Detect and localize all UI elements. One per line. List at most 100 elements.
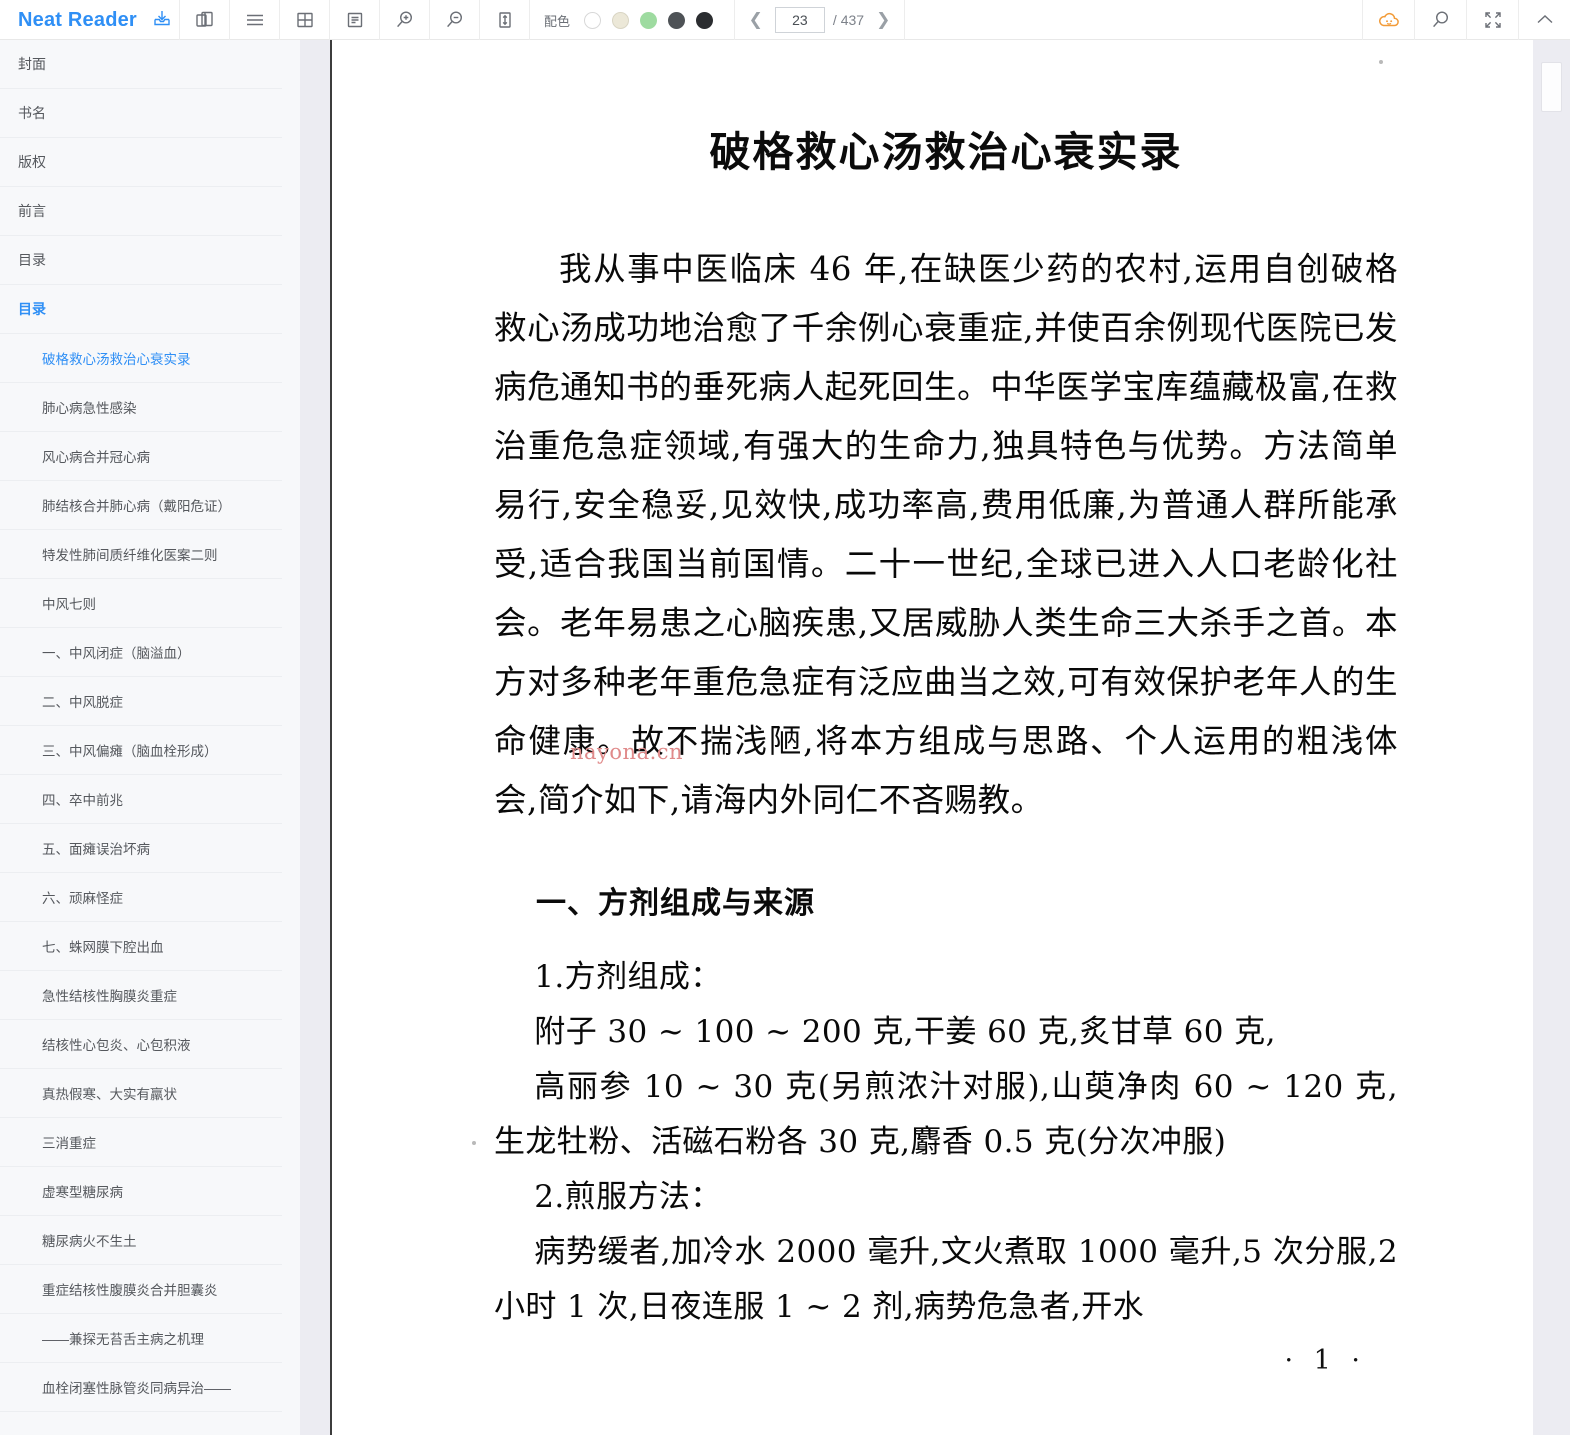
sidebar-item-17[interactable]: 六、顽麻怪症: [0, 873, 282, 922]
sidebar-item-8[interactable]: 风心病合并冠心病: [0, 432, 282, 481]
search-icon[interactable]: [1414, 0, 1466, 40]
sidebar-item-label: 三消重症: [42, 1136, 96, 1151]
sidebar-item-27[interactable]: 血栓闭塞性脉管炎同病异治——: [0, 1363, 282, 1412]
sidebar-item-26[interactable]: ——兼探无苔舌主病之机理: [0, 1314, 282, 1363]
sidebar-item-21[interactable]: 真热假寒、大实有羸状: [0, 1069, 282, 1118]
sidebar-item-label: 虚寒型糖尿病: [42, 1185, 123, 1200]
sidebar-item-12[interactable]: 一、中风闭症（脑溢血）: [0, 628, 282, 677]
sidebar-item-19[interactable]: 急性结核性胸膜炎重症: [0, 971, 282, 1020]
page-gutter-strip: [300, 40, 332, 1435]
app-logo[interactable]: Neat Reader: [0, 0, 180, 40]
sidebar-item-3[interactable]: 前言: [0, 187, 282, 236]
sidebar-item-label: 破格救心汤救治心衰实录: [42, 352, 191, 367]
sidebar-item-label: 真热假寒、大实有羸状: [42, 1087, 177, 1102]
page-number-input[interactable]: [774, 7, 825, 33]
page-scrollbar[interactable]: [1533, 40, 1570, 1435]
sidebar-item-label: 重症结核性腹膜炎合并胆囊炎: [42, 1283, 218, 1298]
sidebar-item-label: 版权: [18, 154, 46, 170]
sidebar-item-label: 风心病合并冠心病: [42, 450, 150, 465]
duplicate-pages-icon[interactable]: [180, 0, 230, 40]
sidebar-item-label: 糖尿病火不生土: [42, 1234, 137, 1249]
swatch-black[interactable]: [696, 11, 714, 29]
sidebar-item-label: 书名: [18, 105, 46, 121]
sidebar-item-label: 二、中风脱症: [42, 695, 123, 710]
sidebar-item-6[interactable]: 破格救心汤救治心衰实录: [0, 334, 282, 383]
sidebar-item-label: 肺心病急性感染: [42, 401, 137, 416]
subsection-1-line-2: 高丽参 10 ~ 30 克(另煎浓汁对服),山萸净肉 60 ~ 120 克,生龙…: [494, 1069, 1398, 1160]
fullscreen-icon[interactable]: [1466, 0, 1518, 40]
text-layout-icon[interactable]: [330, 0, 380, 40]
page-title: 破格救心汤救治心衰实录: [709, 128, 1183, 176]
grid-view-icon[interactable]: [280, 0, 330, 40]
color-scheme-picker[interactable]: 配色: [530, 0, 735, 40]
sidebar-item-label: 血栓闭塞性脉管炎同病异治——: [42, 1381, 231, 1396]
sidebar-item-16[interactable]: 五、面瘫误治坏病: [0, 824, 282, 873]
sidebar-item-label: 目录: [18, 252, 46, 268]
sidebar-item-label: 肺结核合并肺心病（戴阳危证）: [42, 499, 231, 514]
sidebar-item-label: 前言: [18, 203, 46, 219]
sidebar-item-22[interactable]: 三消重症: [0, 1118, 282, 1167]
sidebar-item-label: ——兼探无苔舌主病之机理: [42, 1332, 204, 1347]
sidebar-item-label: 特发性肺间质纤维化医案二则: [42, 548, 218, 563]
page-speck: [1379, 60, 1383, 64]
swatch-gray[interactable]: [668, 11, 686, 29]
color-scheme-label: 配色: [544, 13, 571, 29]
zoom-out-icon[interactable]: [430, 0, 480, 40]
sidebar-item-label: 中风七则: [42, 597, 96, 612]
swatch-green[interactable]: [640, 11, 658, 29]
app-name: Neat Reader: [18, 8, 137, 31]
page-footer-number: · 1 ·: [1284, 1345, 1366, 1376]
total-pages-label: / 437: [832, 12, 865, 28]
sidebar-item-25[interactable]: 重症结核性腹膜炎合并胆囊炎: [0, 1265, 282, 1314]
sidebar-item-5[interactable]: 目录: [0, 285, 282, 334]
sidebar-item-label: 三、中风偏瘫（脑血栓形成）: [42, 744, 218, 759]
sidebar-item-label: 六、顽麻怪症: [42, 891, 123, 906]
subsection-2-title: 2.煎服方法：: [534, 1179, 722, 1215]
sidebar-item-label: 一、中风闭症（脑溢血）: [42, 646, 191, 661]
sidebar-item-label: 急性结核性胸膜炎重症: [42, 989, 177, 1004]
sidebar-item-13[interactable]: 二、中风脱症: [0, 677, 282, 726]
sidebar-item-7[interactable]: 肺心病急性感染: [0, 383, 282, 432]
document-page[interactable]: 破格救心汤救治心衰实录 我从事中医临床 46 年,在缺医少药的农村,运用自创破格…: [334, 40, 1533, 1435]
sidebar-item-9[interactable]: 肺结核合并肺心病（戴阳危证）: [0, 481, 282, 530]
subsection-2-line-1: 病势缓者,加冷水 2000 毫升,文火煮取 1000 毫升,5 次分服,2 小时…: [494, 1234, 1398, 1325]
subsection-1-line-1: 附子 30 ~ 100 ~ 200 克,干姜 60 克,炙甘草 60 克,: [534, 1014, 1276, 1050]
sidebar-item-label: 四、卒中前兆: [42, 793, 123, 808]
section-heading-1: 一、方剂组成与来源: [536, 886, 815, 921]
page-navigator: ❮ / 437 ❯: [735, 0, 905, 40]
subsection-1-title: 1.方剂组成：: [534, 959, 722, 995]
list-view-icon[interactable]: [230, 0, 280, 40]
fit-height-icon[interactable]: [480, 0, 530, 40]
sidebar-item-11[interactable]: 中风七则: [0, 579, 282, 628]
sidebar-item-label: 目录: [18, 301, 46, 317]
sidebar-item-label: 七、蛛网膜下腔出血: [42, 940, 164, 955]
chevron-right-icon[interactable]: ❯: [872, 10, 894, 30]
swatch-sepia[interactable]: [612, 11, 630, 29]
sidebar-item-0[interactable]: 封面: [0, 40, 282, 89]
scrollbar-thumb[interactable]: [1541, 62, 1562, 112]
sidebar-item-24[interactable]: 糖尿病火不生土: [0, 1216, 282, 1265]
sidebar-item-15[interactable]: 四、卒中前兆: [0, 775, 282, 824]
toolbar-right-group: [1362, 0, 1570, 40]
sidebar-item-2[interactable]: 版权: [0, 138, 282, 187]
sidebar-item-20[interactable]: 结核性心包炎、心包积液: [0, 1020, 282, 1069]
swatch-white[interactable]: [584, 11, 602, 29]
sidebar-item-23[interactable]: 虚寒型糖尿病: [0, 1167, 282, 1216]
sidebar-item-14[interactable]: 三、中风偏瘫（脑血栓形成）: [0, 726, 282, 775]
page-gutter: [282, 40, 332, 1435]
collapse-up-icon[interactable]: [1518, 0, 1570, 40]
sidebar-item-18[interactable]: 七、蛛网膜下腔出血: [0, 922, 282, 971]
toc-sidebar[interactable]: 封面 书名 版权 前言 目录 目录 破格救心汤救治心衰实录 肺心病急性感染 风心…: [0, 40, 282, 1435]
sidebar-item-label: 封面: [18, 56, 46, 72]
sidebar-item-10[interactable]: 特发性肺间质纤维化医案二则: [0, 530, 282, 579]
chevron-left-icon[interactable]: ❮: [745, 10, 767, 30]
sidebar-item-4[interactable]: 目录: [0, 236, 282, 285]
top-toolbar: Neat Reader 配色 ❮ 23 / 437 ❯: [0, 0, 1570, 40]
import-icon[interactable]: [151, 7, 173, 34]
intro-paragraph: 我从事中医临床 46 年,在缺医少药的农村,运用自创破格救心汤成功地治愈了千余例…: [494, 250, 1398, 819]
cloud-sync-icon[interactable]: [1362, 0, 1414, 40]
sidebar-item-label: 五、面瘫误治坏病: [42, 842, 150, 857]
zoom-in-icon[interactable]: [380, 0, 430, 40]
sidebar-item-1[interactable]: 书名: [0, 89, 282, 138]
